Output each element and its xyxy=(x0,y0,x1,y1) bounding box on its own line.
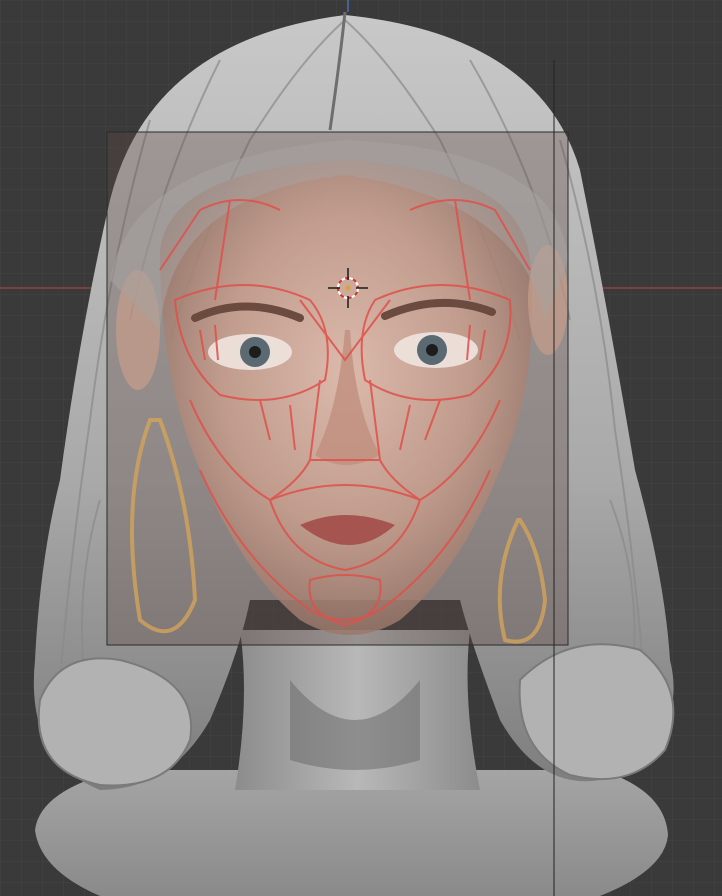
reference-pupil-left xyxy=(249,346,261,358)
3d-cursor-center-dot xyxy=(345,285,351,291)
reference-pupil-right xyxy=(426,344,438,356)
3d-viewport[interactable] xyxy=(0,0,722,896)
viewport-canvas[interactable] xyxy=(0,0,722,896)
